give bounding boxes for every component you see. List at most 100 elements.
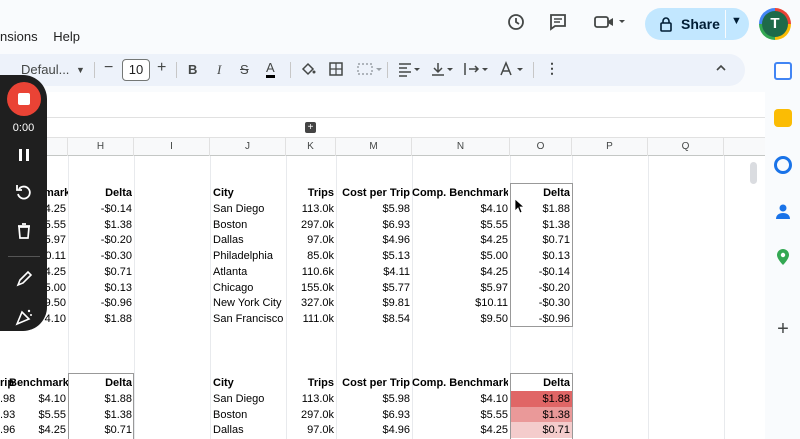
cell-cost[interactable]: $8.54 bbox=[336, 311, 410, 327]
cell-delta[interactable]: -$0.14 bbox=[510, 264, 570, 280]
cell-benchmark[interactable]: $4.25 bbox=[412, 422, 508, 438]
cell-city[interactable]: Dallas bbox=[213, 232, 283, 248]
cell-trips[interactable]: 97.0k bbox=[286, 232, 334, 248]
column-header-h[interactable]: H bbox=[68, 138, 134, 156]
vertical-scrollbar[interactable] bbox=[750, 162, 757, 184]
cell-header-delta-2[interactable]: Delta bbox=[68, 375, 132, 391]
avatar[interactable]: T bbox=[759, 8, 791, 40]
cell-delta-heatmap[interactable]: $0.71 bbox=[511, 422, 572, 439]
column-header-m[interactable]: M bbox=[336, 138, 412, 156]
effects-icon[interactable] bbox=[14, 307, 34, 327]
cell-delta[interactable]: $1.38 bbox=[68, 217, 132, 233]
cell-cost[interactable]: $5.98 bbox=[336, 201, 410, 217]
keep-icon[interactable] bbox=[774, 109, 792, 127]
cell-benchmark[interactable]: $9.50 bbox=[412, 311, 508, 327]
cell-cost[interactable]: $4.96 bbox=[336, 422, 410, 438]
column-header-n[interactable]: N bbox=[412, 138, 510, 156]
cell-header-cost-2[interactable]: Cost per Trip bbox=[336, 375, 410, 391]
share-button[interactable]: Share ▼ bbox=[645, 8, 749, 40]
cell-trips[interactable]: 85.0k bbox=[286, 248, 334, 264]
cell-benchmark[interactable]: $10.11 bbox=[412, 295, 508, 311]
cell-cost[interactable]: $4.11 bbox=[336, 264, 410, 280]
column-header-k[interactable]: K bbox=[286, 138, 336, 156]
cell-delta[interactable]: $0.13 bbox=[510, 248, 570, 264]
cell-delta[interactable]: -$0.30 bbox=[68, 248, 132, 264]
pen-icon[interactable] bbox=[14, 269, 34, 289]
cell-header-city[interactable]: City bbox=[213, 185, 283, 201]
cell-delta[interactable]: $0.71 bbox=[68, 422, 132, 438]
cell-city[interactable]: Atlanta bbox=[213, 264, 283, 280]
borders-icon[interactable] bbox=[328, 61, 344, 82]
cell-cost[interactable]: $5.13 bbox=[336, 248, 410, 264]
tasks-icon[interactable] bbox=[774, 156, 792, 174]
font-family-dropdown-icon[interactable]: ▼ bbox=[76, 61, 85, 79]
cell-cost-partial[interactable]: .98 bbox=[0, 391, 16, 407]
merge-cells-icon[interactable] bbox=[356, 61, 382, 82]
cell-trips[interactable]: 297.0k bbox=[286, 217, 334, 233]
font-size-input[interactable]: 10 bbox=[122, 59, 150, 81]
cell-city[interactable]: San Diego bbox=[213, 391, 283, 407]
cell-city[interactable]: Philadelphia bbox=[213, 248, 283, 264]
add-addon-icon[interactable]: + bbox=[774, 319, 792, 339]
cell-delta-heatmap[interactable]: $1.88 bbox=[511, 391, 572, 407]
more-options-icon[interactable]: ⋮ bbox=[545, 59, 559, 77]
cell-delta[interactable]: $0.13 bbox=[68, 280, 132, 296]
cell-header-delta-2[interactable]: Delta bbox=[510, 375, 570, 391]
cell-header-benchmark-2[interactable]: Comp. Benchmark bbox=[412, 375, 508, 391]
cell-city[interactable]: Boston bbox=[213, 407, 283, 423]
cell-trips[interactable]: 97.0k bbox=[286, 422, 334, 438]
cell-header-benchmark-partial[interactable]: mark bbox=[44, 185, 68, 201]
contacts-icon[interactable] bbox=[774, 202, 792, 220]
cell-city[interactable]: Chicago bbox=[213, 280, 283, 296]
font-size-decrease-button[interactable]: − bbox=[104, 59, 113, 77]
cell-delta[interactable]: $1.88 bbox=[68, 391, 132, 407]
cell-benchmark[interactable]: $5.00 bbox=[412, 248, 508, 264]
cell-delta[interactable]: $1.38 bbox=[510, 217, 570, 233]
pause-icon[interactable] bbox=[14, 145, 34, 165]
cell-delta[interactable]: $1.38 bbox=[68, 407, 132, 423]
version-history-icon[interactable] bbox=[505, 12, 527, 34]
cell-cost-partial[interactable]: .96 bbox=[0, 422, 16, 438]
cell-benchmark[interactable]: $4.25 bbox=[412, 264, 508, 280]
cell-delta[interactable]: -$0.14 bbox=[68, 201, 132, 217]
cell-cost[interactable]: $6.93 bbox=[336, 217, 410, 233]
cell-trips[interactable]: 111.0k bbox=[286, 311, 334, 327]
text-rotation-icon[interactable] bbox=[498, 61, 524, 82]
cell-benchmark-partial[interactable]: $4.25 bbox=[24, 422, 66, 438]
cell-benchmark[interactable]: $5.55 bbox=[412, 217, 508, 233]
cell-trips[interactable]: 297.0k bbox=[286, 407, 334, 423]
cell-benchmark[interactable]: $5.97 bbox=[412, 280, 508, 296]
stop-recording-button[interactable] bbox=[7, 82, 41, 116]
cell-header-benchmark[interactable]: Comp. Benchmark bbox=[412, 185, 508, 201]
meet-icon[interactable] bbox=[592, 12, 628, 34]
text-wrap-icon[interactable] bbox=[463, 61, 489, 82]
cell-city[interactable]: Boston bbox=[213, 217, 283, 233]
vertical-align-icon[interactable] bbox=[430, 61, 454, 82]
delete-icon[interactable] bbox=[14, 221, 34, 241]
cell-header-trips[interactable]: Trips bbox=[286, 185, 334, 201]
cell-benchmark-partial[interactable]: $4.10 bbox=[24, 391, 66, 407]
cell-cost[interactable]: $5.77 bbox=[336, 280, 410, 296]
cell-delta[interactable]: -$0.96 bbox=[68, 295, 132, 311]
cell-delta[interactable]: -$0.30 bbox=[510, 295, 570, 311]
cell-trips[interactable]: 327.0k bbox=[286, 295, 334, 311]
cell-delta[interactable]: -$0.20 bbox=[510, 280, 570, 296]
cell-cost[interactable]: $5.98 bbox=[336, 391, 410, 407]
cell-header-benchmark-partial-2[interactable]: Benchmark bbox=[9, 375, 68, 391]
cell-benchmark[interactable]: $4.25 bbox=[412, 232, 508, 248]
menu-extensions[interactable]: nsions bbox=[0, 29, 38, 44]
cell-benchmark[interactable]: $4.10 bbox=[412, 391, 508, 407]
cell-city[interactable]: San Francisco bbox=[213, 311, 283, 327]
cell-trips[interactable]: 113.0k bbox=[286, 391, 334, 407]
column-header-q[interactable]: Q bbox=[648, 138, 724, 156]
cell-city[interactable]: Dallas bbox=[213, 422, 283, 438]
cell-header-trips-2[interactable]: Trips bbox=[286, 375, 334, 391]
share-dropdown-icon[interactable]: ▼ bbox=[731, 15, 742, 27]
text-color-button[interactable]: A bbox=[266, 61, 275, 78]
cell-cost[interactable]: $9.81 bbox=[336, 295, 410, 311]
calendar-icon[interactable] bbox=[774, 62, 792, 80]
add-column-icon[interactable]: + bbox=[305, 122, 316, 133]
cell-benchmark[interactable]: $5.55 bbox=[412, 407, 508, 423]
cell-header-city-2[interactable]: City bbox=[213, 375, 283, 391]
cell-header-delta[interactable]: Delta bbox=[68, 185, 132, 201]
